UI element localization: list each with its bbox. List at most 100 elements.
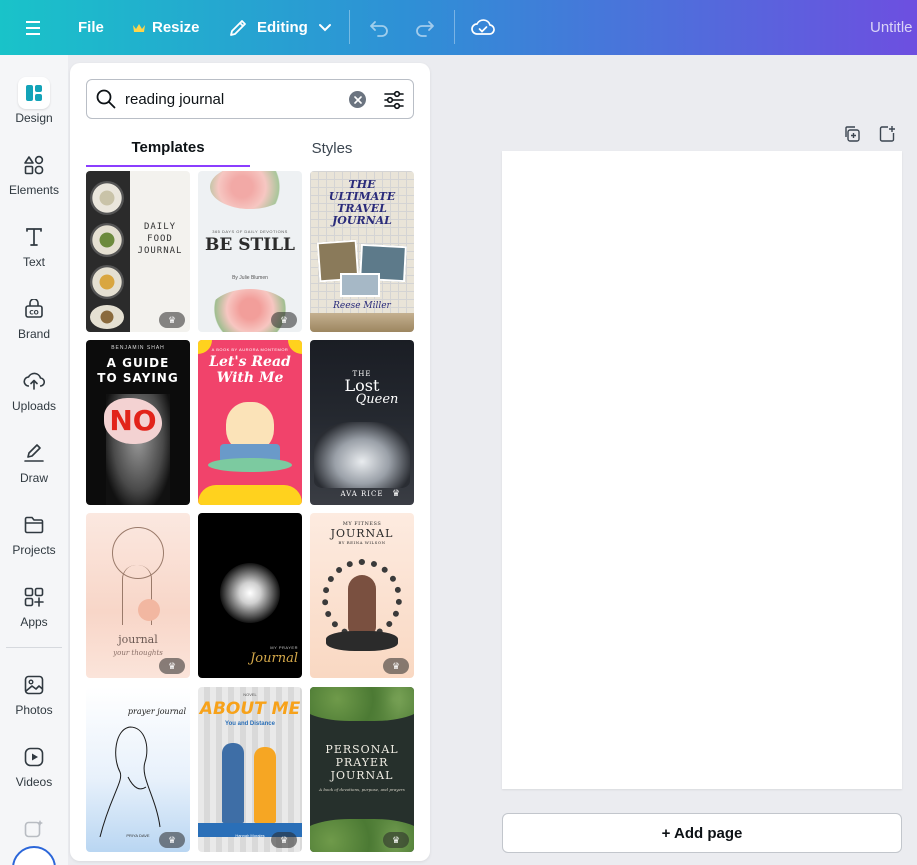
search-icon <box>96 89 116 109</box>
panel-tabs: Templates Styles <box>86 129 414 167</box>
tab-templates[interactable]: Templates <box>86 129 250 167</box>
template-text: NO <box>109 404 157 437</box>
template-card-ultimate-travel-journal[interactable]: THE ULTIMATE TRAVEL JOURNAL Reese Miller <box>310 171 414 332</box>
rail-item-photos[interactable]: Photos <box>0 663 68 731</box>
hamburger-icon <box>26 20 40 35</box>
rail-label: Uploads <box>11 399 57 413</box>
filter-button[interactable] <box>383 89 405 111</box>
folder-icon <box>18 509 50 541</box>
magic-media-icon <box>18 813 50 845</box>
rail-item-uploads[interactable]: Uploads <box>0 359 68 427</box>
rail-label: Apps <box>20 615 48 629</box>
premium-crown-badge: ♛ <box>271 312 297 328</box>
rail-item-apps[interactable]: Apps <box>0 575 68 643</box>
template-text: PERSONAL PRAYER JOURNAL <box>325 743 399 782</box>
template-text: 365 DAYS OF DAILY DEVOTIONS <box>212 229 288 234</box>
rail-item-text[interactable]: Text <box>0 215 68 283</box>
template-card-my-fitness-journal[interactable]: MY FITNESS JOURNAL BY REINA WILSON ♛ <box>310 513 414 678</box>
search-input[interactable] <box>125 88 345 110</box>
premium-crown-badge: ♛ <box>271 832 297 848</box>
rail-item-projects[interactable]: Projects <box>0 503 68 571</box>
rail-item-design[interactable]: Design <box>0 71 68 139</box>
resize-label: Resize <box>152 19 200 36</box>
template-card-journal-thoughts[interactable]: journal your thoughts ♛ <box>86 513 190 678</box>
tab-styles[interactable]: Styles <box>250 129 414 167</box>
template-text: By Julie Blumen <box>232 275 268 281</box>
rail-label: Elements <box>8 183 60 197</box>
draw-pen-icon <box>18 437 50 469</box>
resize-button[interactable]: Resize <box>132 0 200 55</box>
rail-item-draw[interactable]: Draw <box>0 431 68 499</box>
file-menu-button[interactable]: File <box>78 0 104 55</box>
template-card-be-still[interactable]: 365 DAYS OF DAILY DEVOTIONS BE STILL By … <box>198 171 302 332</box>
add-page-label: + Add page <box>661 824 743 842</box>
rail-divider <box>6 647 62 648</box>
template-card-about-me[interactable]: NOVEL ABOUT ME You and Distance Hannah M… <box>198 687 302 852</box>
rail-label: Draw <box>19 471 48 485</box>
left-rail: Design Elements Text CO Brand Uploads Dr… <box>0 55 68 865</box>
add-page-icon-button[interactable] <box>877 124 897 144</box>
svg-text:CO: CO <box>29 310 39 317</box>
rail-label: Brand <box>17 327 51 341</box>
rail-item-elements[interactable]: Elements <box>0 143 68 211</box>
template-text: Reese Miller <box>333 301 391 311</box>
template-card-my-prayer-journal[interactable]: MY PRAYER Journal <box>198 513 302 678</box>
text-icon <box>18 221 50 253</box>
template-card-daily-food-journal[interactable]: DAILY FOOD JOURNAL ♛ <box>86 171 190 332</box>
template-text: journal <box>118 633 158 646</box>
rail-item-magic[interactable] <box>0 807 68 847</box>
chevron-down-icon <box>318 23 331 31</box>
template-text: MY PRAYER <box>270 645 298 650</box>
rail-label: Projects <box>12 543 56 557</box>
video-play-icon <box>18 741 50 773</box>
toolbar-divider <box>349 10 350 44</box>
design-page[interactable] <box>502 151 902 789</box>
duplicate-page-button[interactable] <box>842 124 862 144</box>
template-card-lets-read-with-me[interactable]: A BOOK BY AURORA MONTEMOR Let's Read With… <box>198 340 302 505</box>
clear-search-button[interactable] <box>349 91 366 108</box>
template-text: BENJAMIN SHAH <box>111 345 165 351</box>
apps-grid-icon <box>18 581 50 613</box>
template-text: prayer journal <box>127 707 186 716</box>
premium-crown-badge: ♛ <box>159 832 185 848</box>
top-toolbar: File Resize Editing Untitle <box>0 0 917 55</box>
template-text: your thoughts <box>113 649 163 657</box>
template-text: MY FITNESS JOURNAL BY REINA WILSON <box>330 521 394 545</box>
filter-sliders-icon <box>384 90 404 110</box>
rail-label: Photos <box>15 703 53 717</box>
template-card-personal-prayer-journal[interactable]: PERSONAL PRAYER JOURNAL A book of devotion… <box>310 687 414 852</box>
editing-mode-button[interactable]: Editing <box>228 0 332 55</box>
undo-icon <box>370 20 388 37</box>
design-title[interactable]: Untitle <box>870 0 913 55</box>
tab-styles-label: Styles <box>311 139 353 157</box>
cloud-check-icon <box>471 18 495 35</box>
photo-icon <box>18 669 50 701</box>
save-status-button[interactable] <box>471 0 495 55</box>
redo-button[interactable] <box>414 0 436 55</box>
tab-templates-label: Templates <box>131 138 205 156</box>
template-text: A GUIDE TO SAYING <box>97 356 179 385</box>
premium-crown-badge: ♛ <box>383 658 409 674</box>
template-text: DAILY FOOD JOURNAL <box>137 222 183 256</box>
template-text: NOVEL <box>243 692 257 697</box>
template-card-lost-queen[interactable]: THE Lost Queen AVA RICE ♛ <box>310 340 414 505</box>
upload-cloud-icon <box>18 365 50 397</box>
template-text: ABOUT ME <box>199 699 301 719</box>
premium-crown-badge: ♛ <box>159 658 185 674</box>
design-title-text: Untitle <box>870 19 913 36</box>
undo-button[interactable] <box>368 0 390 55</box>
file-label: File <box>78 19 104 36</box>
premium-crown-badge: ♛ <box>391 487 401 498</box>
template-card-prayer-journal[interactable]: prayer journal PRIYA DAVE ♛ <box>86 687 190 852</box>
rail-item-videos[interactable]: Videos <box>0 735 68 803</box>
redo-icon <box>416 20 434 37</box>
menu-button[interactable] <box>24 0 44 55</box>
template-text: Journal <box>250 651 298 666</box>
add-page-button[interactable]: + Add page <box>502 813 902 853</box>
template-card-guide-to-saying-no[interactable]: BENJAMIN SHAH A GUIDE TO SAYING NO <box>86 340 190 505</box>
template-text: Let's Read With Me <box>209 354 291 386</box>
template-text: A book of devotions, purpose, and prayer… <box>319 787 405 792</box>
food-photo-strip <box>86 171 130 332</box>
duplicate-icon <box>845 126 860 142</box>
rail-item-brand[interactable]: CO Brand <box>0 287 68 355</box>
